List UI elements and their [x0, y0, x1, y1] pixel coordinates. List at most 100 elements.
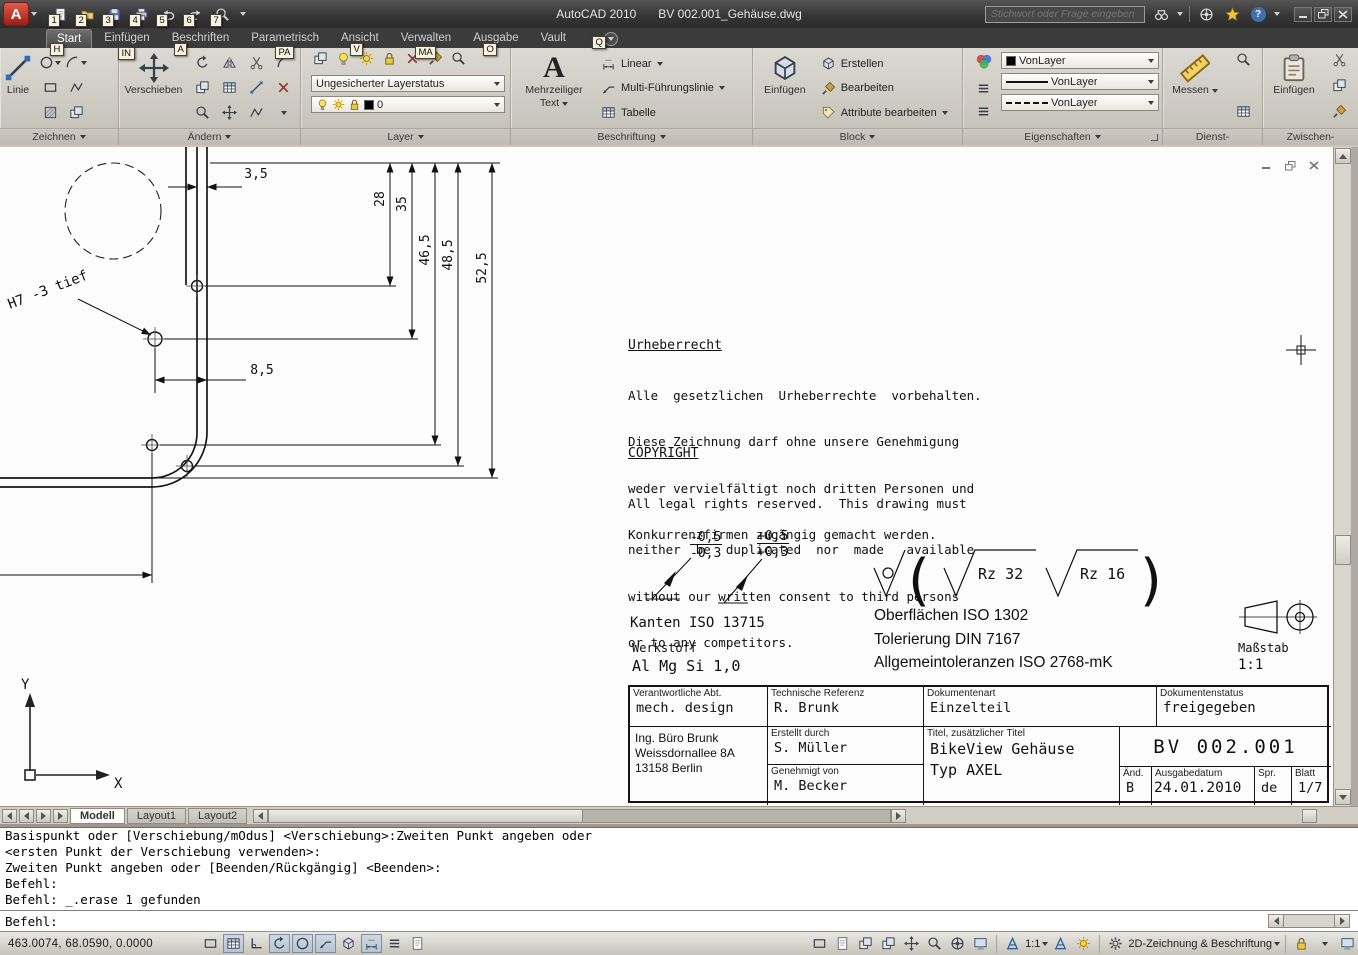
panel-label-zeichnen[interactable]: Zeichnen [0, 128, 118, 145]
last-tab-button[interactable] [53, 809, 68, 823]
properties-list-button[interactable] [976, 81, 991, 101]
layer-combo[interactable]: 0 [311, 96, 505, 113]
lineweight-combo[interactable]: VonLayer [1001, 73, 1159, 90]
stretch-tool-button[interactable] [222, 105, 237, 120]
more-modify-button[interactable] [281, 111, 287, 115]
layer-off-button[interactable] [336, 51, 351, 71]
search-button[interactable] [1151, 5, 1171, 23]
otrack-toggle[interactable] [315, 934, 336, 953]
annotation-visibility-button[interactable] [1050, 934, 1071, 953]
show-motion-button[interactable] [970, 934, 991, 953]
cmd-scroll-left-button[interactable] [1268, 914, 1284, 928]
search-input[interactable] [985, 6, 1145, 23]
explode-tool-button[interactable] [249, 105, 264, 120]
dyn-toggle[interactable] [361, 934, 382, 953]
line-button[interactable]: Linie [3, 50, 33, 126]
qat-customize-caret-icon[interactable] [240, 12, 246, 16]
quick-calc-button[interactable] [1236, 104, 1251, 124]
status-menu-button[interactable] [1314, 934, 1335, 953]
close-button[interactable] [1334, 7, 1352, 22]
steering-wheel-button[interactable] [947, 934, 968, 953]
application-menu-button[interactable]: A [3, 2, 29, 26]
hscroll-right-button[interactable] [891, 809, 906, 823]
zoom-button[interactable] [924, 934, 945, 953]
qat-preview-button[interactable]: 7 [213, 5, 231, 23]
command-input[interactable]: Befehl: [0, 912, 1200, 932]
chevron-down-icon[interactable] [1042, 942, 1048, 946]
help-button[interactable]: ? [1248, 5, 1268, 23]
horizontal-scroll-thumb[interactable] [268, 809, 583, 823]
edit-block-button[interactable]: Bearbeiten [818, 77, 959, 100]
circle-tool-button[interactable] [39, 55, 61, 70]
layer-lock-button[interactable] [382, 51, 397, 71]
osnap-toggle[interactable] [292, 934, 313, 953]
panel-label-zwischenablage[interactable]: Zwischen- [1263, 128, 1358, 145]
command-history[interactable]: Basispunkt oder [Verschiebung/mOdus] <Ve… [0, 828, 1358, 908]
dialog-launcher-icon[interactable] [1151, 134, 1158, 141]
toolbar-lock-button[interactable] [1291, 934, 1312, 953]
annotation-scale-button[interactable] [1002, 934, 1023, 953]
tab-layout1[interactable]: Layout1 [127, 808, 186, 824]
vertical-scrollbar[interactable] [1333, 147, 1351, 806]
polar-toggle[interactable] [269, 934, 290, 953]
cut-button[interactable] [1332, 52, 1347, 72]
lwt-toggle[interactable] [384, 934, 405, 953]
quickview-layouts-button[interactable] [855, 934, 876, 953]
layer-state-combo[interactable]: Ungesicherter Layerstatus [311, 75, 505, 92]
paste-button[interactable]: Einfügen [1266, 50, 1322, 126]
qat-undo-button[interactable]: 5 [159, 5, 177, 23]
search-options-caret-icon[interactable] [1177, 12, 1183, 16]
layout-button[interactable] [832, 934, 853, 953]
plotstyle-button[interactable] [976, 104, 991, 124]
help-caret-icon[interactable] [1274, 12, 1280, 16]
linear-dimension-button[interactable]: Linear [598, 52, 748, 75]
mtext-button[interactable]: A Mehrzeiliger Text [514, 50, 594, 126]
panel-label-dienstprogramme[interactable]: Dienst- [1163, 128, 1262, 145]
first-tab-button[interactable] [2, 809, 17, 823]
create-block-button[interactable]: Erstellen [818, 52, 959, 75]
model-button[interactable] [809, 934, 830, 953]
qat-plot-button[interactable]: 4 [132, 5, 150, 23]
copy-clip-button[interactable] [1332, 78, 1347, 98]
tab-layout2[interactable]: Layout2 [188, 808, 247, 824]
qp-toggle[interactable] [407, 934, 428, 953]
horizontal-scrollbar[interactable] [253, 809, 906, 823]
scale-tool-button[interactable] [195, 105, 210, 120]
pan-button[interactable] [901, 934, 922, 953]
linetype-combo[interactable]: VonLayer [1001, 94, 1159, 111]
hscroll-left-button[interactable] [253, 809, 268, 823]
hatch-tool-button[interactable] [43, 105, 58, 120]
scroll-down-button[interactable] [1335, 789, 1351, 805]
clean-screen-button[interactable] [1337, 934, 1358, 953]
drawing-area[interactable]: 3,5 28 35 46,5 48,5 52,5 8,5 H7 -3 tief … [0, 147, 1333, 806]
application-menu-caret-icon[interactable] [31, 12, 37, 16]
edit-attributes-button[interactable]: Attribute bearbeiten [818, 101, 959, 124]
tab-einfuegen[interactable]: Einfügen [94, 29, 159, 48]
measure-button[interactable]: Messen [1166, 50, 1224, 126]
annotation-autoscale-button[interactable] [1073, 934, 1094, 953]
panel-label-beschriftung[interactable]: Beschriftung [511, 128, 752, 145]
insert-block-button[interactable]: Einfügen [756, 50, 814, 126]
restore-button[interactable] [1314, 7, 1332, 22]
qat-new-button[interactable]: 1 [51, 5, 69, 23]
scroll-up-button[interactable] [1335, 148, 1351, 164]
horizontal-scroll-track[interactable] [583, 809, 891, 823]
color-combo[interactable]: VonLayer [1001, 52, 1159, 69]
grid-toggle[interactable] [223, 934, 244, 953]
snap-toggle[interactable] [200, 934, 221, 953]
viewport-close-button[interactable] [1306, 159, 1322, 172]
layer-walk-button[interactable] [451, 51, 466, 71]
region-tool-button[interactable] [69, 105, 84, 120]
tab-vault[interactable]: Vault [531, 29, 576, 48]
trim-tool-button[interactable] [249, 55, 264, 70]
array-tool-button[interactable] [222, 80, 237, 95]
viewport-minimize-button[interactable] [1258, 159, 1274, 172]
quickview-drawings-button[interactable] [878, 934, 899, 953]
cmd-scroll-right-button[interactable] [1334, 914, 1350, 928]
match-properties-button[interactable] [1332, 104, 1347, 124]
command-scrollbar[interactable] [1268, 914, 1350, 928]
ortho-toggle[interactable] [246, 934, 267, 953]
panel-label-aendern[interactable]: Ändern [119, 128, 300, 145]
panel-label-layer[interactable]: Layer [301, 128, 510, 145]
arc-tool-button[interactable] [65, 55, 87, 70]
